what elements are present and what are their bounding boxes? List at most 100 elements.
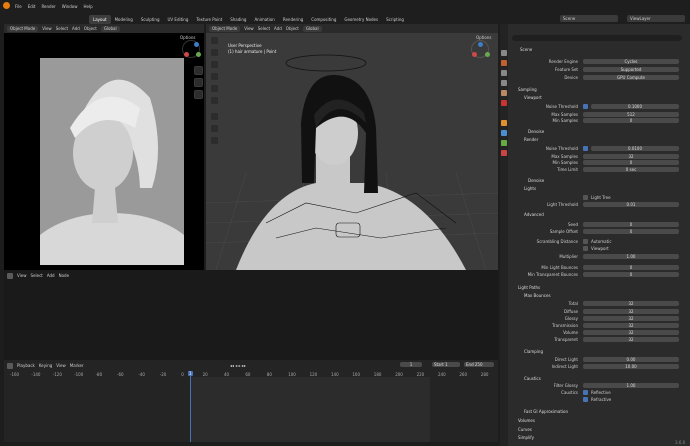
main-menu-select[interactable]: Select (258, 26, 270, 31)
automatic-checkbox[interactable] (583, 239, 588, 244)
render-tab-icon[interactable] (501, 60, 507, 66)
max-bounces-subpanel[interactable]: Max Bounces (514, 292, 680, 299)
data-tab-icon[interactable] (501, 140, 507, 146)
refractive-checkbox[interactable] (583, 397, 588, 402)
tab-uv-editing[interactable]: UV Editing (164, 15, 193, 24)
filter-glossy-field[interactable]: 1.00 (583, 383, 679, 388)
seed-field[interactable]: 0 (583, 222, 679, 227)
viewport-max-samples[interactable]: 512 (583, 112, 679, 117)
light-tree-checkbox[interactable] (583, 195, 588, 200)
total-bounces-field[interactable]: 32 (583, 301, 679, 306)
modifier-tab-icon[interactable] (501, 130, 507, 136)
device-dropdown[interactable]: GPU Compute (583, 75, 679, 80)
properties-search[interactable] (512, 35, 682, 41)
light-threshold-field[interactable]: 0.01 (583, 202, 679, 207)
menu-render[interactable]: Render (38, 2, 58, 12)
material-tab-icon[interactable] (501, 150, 507, 156)
curves-panel[interactable]: Curves (508, 426, 680, 433)
menu-file[interactable]: File (12, 2, 25, 12)
feature-set-dropdown[interactable]: Supported (583, 67, 679, 72)
node-menu-view[interactable]: View (17, 273, 27, 278)
node-menu-node[interactable]: Node (59, 273, 69, 278)
end-frame-field[interactable]: End 250 (464, 362, 494, 367)
direct-light-clamp-field[interactable]: 0.00 (583, 357, 679, 362)
node-editor[interactable]: View Select Add Node (4, 270, 498, 360)
scale-icon[interactable] (210, 84, 219, 93)
render-time-limit[interactable]: 0 sec (583, 167, 679, 172)
menu-window[interactable]: Window (59, 2, 81, 12)
main-menu-add[interactable]: Add (274, 26, 282, 31)
transmission-bounces-field[interactable]: 32 (583, 323, 679, 328)
left-options[interactable]: Options (180, 35, 195, 40)
cursor-icon[interactable] (210, 48, 219, 57)
clamping-subpanel[interactable]: Clamping (514, 348, 680, 355)
min-transparent-bounces-field[interactable]: 0 (583, 272, 679, 277)
viewport-subpanel[interactable]: Viewport (514, 94, 680, 101)
simplify-panel[interactable]: Simplify (508, 434, 680, 441)
diffuse-bounces-field[interactable]: 32 (583, 309, 679, 314)
object-tab-icon[interactable] (501, 120, 507, 126)
main-mode-dropdown[interactable]: Object Mode (209, 25, 241, 32)
playback-controls[interactable]: ◂◂ ◂ ▸ ▸▸ (230, 363, 246, 368)
tab-shading[interactable]: Shading (226, 15, 250, 24)
timeline-menu-view[interactable]: View (56, 363, 66, 368)
glossy-bounces-field[interactable]: 32 (583, 316, 679, 321)
tab-geometry-nodes[interactable]: Geometry Nodes (340, 15, 382, 24)
min-light-bounces-field[interactable]: 0 (583, 265, 679, 270)
blender-logo[interactable] (3, 2, 10, 9)
scene-tab-icon[interactable] (501, 90, 507, 96)
scene-selector[interactable]: Scene (560, 15, 618, 22)
annotate-icon[interactable] (210, 112, 219, 121)
world-tab-icon[interactable] (501, 100, 507, 106)
render-denoise-subpanel[interactable]: Denoise (518, 177, 680, 184)
main-viewport[interactable]: Object Mode View Select Add Object Globa… (206, 24, 498, 270)
main-transform-dropdown[interactable]: Global (302, 25, 322, 32)
tab-rendering[interactable]: Rendering (279, 15, 307, 24)
lights-subpanel[interactable]: Lights (514, 185, 680, 192)
tab-sculpting[interactable]: Sculpting (137, 15, 164, 24)
viewport-checkbox[interactable] (583, 246, 588, 251)
checkbox[interactable] (583, 104, 588, 109)
node-menu-select[interactable]: Select (31, 273, 43, 278)
playhead[interactable] (190, 371, 195, 442)
indirect-light-clamp-field[interactable]: 10.00 (583, 364, 679, 369)
volume-bounces-field[interactable]: 32 (583, 330, 679, 335)
timeline-menu-keying[interactable]: Keying (39, 363, 52, 368)
tab-scripting[interactable]: Scripting (382, 15, 408, 24)
measure-icon[interactable] (210, 124, 219, 133)
tab-texture-paint[interactable]: Texture Paint (192, 15, 226, 24)
caustics-subpanel[interactable]: Caustics (514, 375, 680, 382)
rotate-icon[interactable] (210, 72, 219, 81)
multiplier-field[interactable]: 1.00 (583, 254, 679, 259)
node-menu-add[interactable]: Add (47, 273, 55, 278)
viewport-denoise-subpanel[interactable]: Denoise (518, 128, 680, 135)
timeline-editor-icon[interactable] (7, 362, 13, 369)
reflective-checkbox[interactable] (583, 390, 588, 395)
sample-offset-field[interactable]: 0 (583, 229, 679, 234)
main-menu-object[interactable]: Object (286, 26, 299, 31)
left-menu-select[interactable]: Select (56, 26, 68, 31)
main-menu-view[interactable]: View (244, 26, 254, 31)
left-menu-add[interactable]: Add (72, 26, 80, 31)
select-box-icon[interactable] (210, 36, 219, 45)
transform-icon[interactable] (210, 96, 219, 105)
fast-gi-subpanel[interactable]: Fast GI Approximation (514, 408, 680, 415)
zoom-icon[interactable] (194, 66, 203, 75)
left-transform-dropdown[interactable]: Global (100, 25, 120, 32)
hand-pan-icon[interactable] (194, 78, 203, 87)
camera-icon[interactable] (194, 90, 203, 99)
checkbox[interactable] (583, 146, 588, 151)
render-subpanel[interactable]: Render (514, 136, 680, 143)
add-cube-icon[interactable] (210, 136, 219, 145)
left-viewport[interactable]: Object Mode View Select Add Object Globa… (4, 24, 204, 323)
render-engine-dropdown[interactable]: Cycles (583, 59, 679, 64)
viewport-noise-threshold[interactable]: 0.1000 (591, 104, 679, 109)
tab-layout[interactable]: Layout (89, 15, 111, 24)
left-mode-dropdown[interactable]: Object Mode (7, 25, 39, 32)
advanced-subpanel[interactable]: Advanced (514, 211, 680, 218)
editor-type-icon[interactable] (7, 272, 13, 279)
light-paths-panel[interactable]: Light Paths (508, 284, 680, 291)
timeline-menu-marker[interactable]: Marker (70, 363, 84, 368)
tab-compositing[interactable]: Compositing (307, 15, 340, 24)
viewport-min-samples[interactable]: 0 (583, 118, 679, 123)
